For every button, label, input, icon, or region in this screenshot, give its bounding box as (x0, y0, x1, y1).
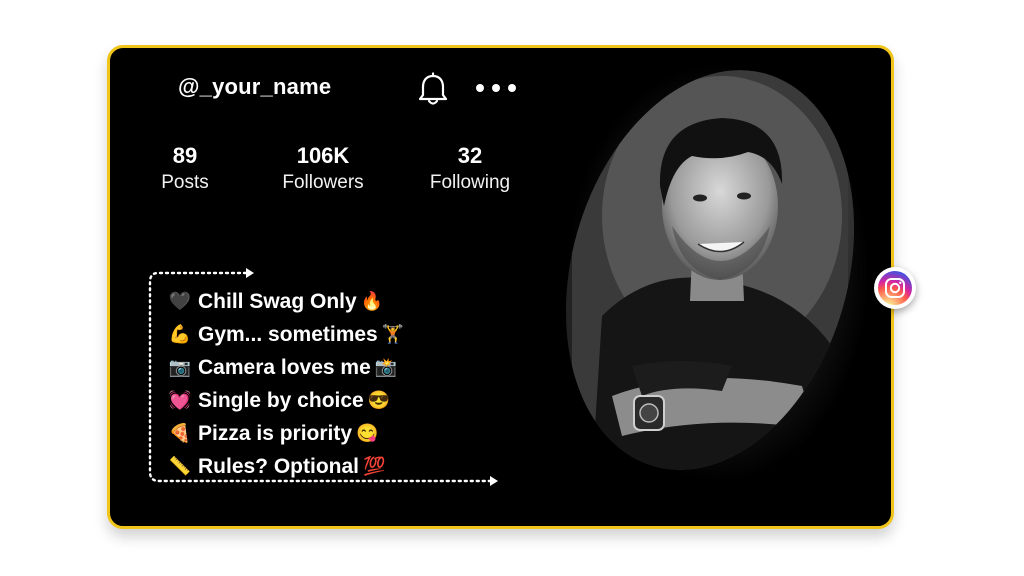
emoji: 🖤 (168, 291, 192, 311)
bio-text: Rules? Optional (198, 454, 360, 478)
emoji: 🔥 (360, 291, 384, 311)
bio-text: Chill Swag Only (198, 289, 357, 313)
instagram-icon[interactable] (874, 267, 916, 309)
more-dots-icon[interactable] (476, 84, 516, 92)
profile-card: @_your_name 89 Posts 106K Followers 32 F… (107, 45, 894, 529)
emoji: 💪 (168, 324, 192, 344)
stat-followers[interactable]: 106K Followers (268, 143, 378, 197)
stat-value: 89 (172, 143, 198, 168)
bio-line: 📷 Camera loves me 📸 (168, 351, 404, 384)
stat-label: Following (429, 172, 511, 193)
stat-value: 32 (457, 143, 483, 168)
emoji: 💓 (168, 390, 192, 410)
emoji: 📏 (168, 456, 192, 476)
bio-text: Single by choice (198, 388, 364, 412)
bio-line: 🖤 Chill Swag Only 🔥 (168, 285, 404, 318)
bio-text: Gym... sometimes (198, 322, 378, 346)
bell-icon[interactable] (416, 72, 450, 108)
bio-list: 🖤 Chill Swag Only 🔥 💪 Gym... sometimes 🏋… (168, 285, 404, 483)
emoji: 🍕 (168, 423, 192, 443)
stat-following[interactable]: 32 Following (415, 143, 525, 197)
bio-line: 💓 Single by choice 😎 (168, 384, 404, 417)
stat-label: Posts (161, 172, 209, 193)
stat-label: Followers (282, 172, 364, 193)
stat-value: 106K (296, 143, 350, 168)
emoji: 😋 (356, 423, 379, 443)
username[interactable]: @_your_name (178, 74, 331, 100)
emoji: 🏋 (381, 324, 405, 344)
bio-text: Camera loves me (198, 355, 371, 379)
emoji: 📸 (374, 357, 398, 377)
bio-text: Pizza is priority (198, 421, 353, 445)
bio-line: 📏 Rules? Optional 💯 (168, 450, 404, 483)
stat-posts[interactable]: 89 Posts (150, 143, 220, 197)
bio-line: 🍕 Pizza is priority 😋 (168, 417, 404, 450)
emoji: 😎 (367, 390, 391, 410)
bio-line: 💪 Gym... sometimes 🏋 (168, 318, 404, 351)
emoji: 💯 (363, 456, 386, 476)
emoji: 📷 (168, 357, 192, 377)
